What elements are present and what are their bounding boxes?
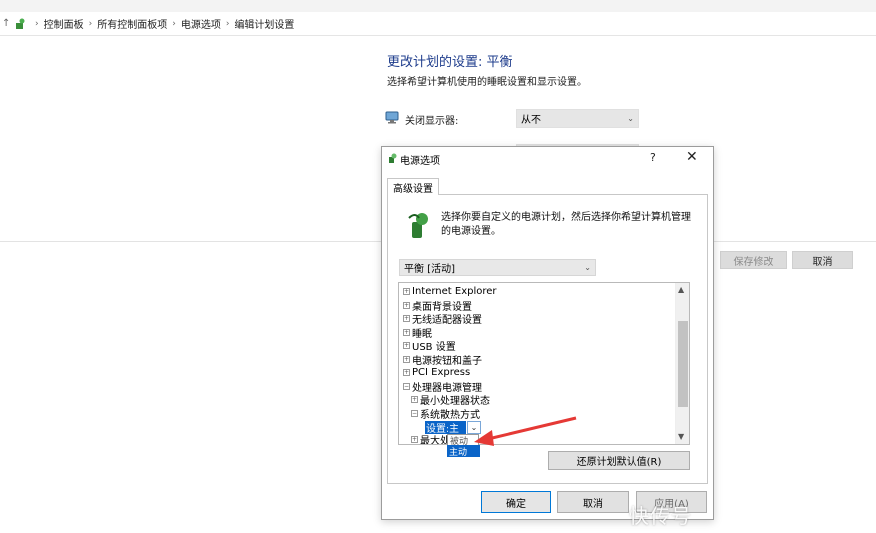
tree-item[interactable]: + 睡眠 xyxy=(403,326,432,340)
dialog-title: 电源选项 xyxy=(400,156,440,167)
address-bar[interactable]: ↑ › 控制面板 › 所有控制面板项 › 电源选项 › 编辑计划设置 xyxy=(0,12,876,36)
breadcrumb-separator-icon: › xyxy=(172,18,176,29)
power-plan-icon xyxy=(408,213,428,238)
tree-item[interactable]: + 无线适配器设置 xyxy=(403,312,482,326)
power-plan-select[interactable]: 平衡 [活动] ⌄ xyxy=(399,259,596,276)
tree-item[interactable]: + 最小处理器状态 xyxy=(411,393,490,407)
help-icon[interactable]: ? xyxy=(650,151,656,164)
tree-item[interactable]: + USB 设置 xyxy=(403,339,456,353)
up-arrow-icon[interactable]: ↑ xyxy=(2,18,12,29)
cancel-button[interactable]: 取消 xyxy=(792,251,853,269)
restore-defaults-button[interactable]: 还原计划默认值(R) xyxy=(548,451,690,470)
scroll-up-icon[interactable]: ▲ xyxy=(678,285,684,294)
tree-item-label: PCI Express xyxy=(412,367,471,378)
collapse-icon[interactable]: − xyxy=(403,382,410,390)
breadcrumb-separator-icon: › xyxy=(225,18,230,29)
expand-icon[interactable]: + xyxy=(403,355,410,363)
expand-icon[interactable]: + xyxy=(411,396,418,403)
scroll-down-icon[interactable]: ▼ xyxy=(678,432,684,441)
power-options-icon xyxy=(389,153,397,163)
tree-item[interactable]: − 处理器电源管理 xyxy=(403,380,482,394)
breadcrumb-item-edit-plan[interactable]: 编辑计划设置 xyxy=(234,16,294,31)
page-subtitle: 选择希望计算机使用的睡眠设置和显示设置。 xyxy=(387,77,587,88)
monitor-icon xyxy=(385,111,399,124)
control-panel-icon xyxy=(16,18,25,29)
power-plan-value: 平衡 [活动] xyxy=(404,264,455,275)
expand-icon[interactable]: + xyxy=(403,342,410,349)
turn-off-display-value: 从不 xyxy=(521,115,541,126)
annotation-arrow-icon xyxy=(474,416,577,446)
collapse-icon[interactable]: − xyxy=(411,409,418,417)
expand-icon[interactable]: + xyxy=(403,288,410,295)
breadcrumb-separator-icon: › xyxy=(88,18,93,29)
breadcrumb-item-power-options[interactable]: 电源选项 xyxy=(181,16,221,31)
expand-icon[interactable]: + xyxy=(403,369,410,376)
breadcrumb-item-control-panel[interactable]: 控制面板 xyxy=(44,16,84,31)
breadcrumb-separator-icon: › xyxy=(35,18,39,29)
window-top-strip xyxy=(0,0,876,12)
expand-icon[interactable]: + xyxy=(403,301,410,309)
dialog-cancel-button[interactable]: 取消 xyxy=(557,491,629,513)
setting-label: 设置: xyxy=(425,421,451,435)
chevron-down-icon: ⌄ xyxy=(584,263,591,272)
ok-button[interactable]: 确定 xyxy=(481,491,551,513)
tree-item[interactable]: + 电源按钮和盖子 xyxy=(403,353,482,367)
tree-scrollbar[interactable]: ▲ ▼ xyxy=(675,283,689,444)
tree-item[interactable]: + Internet Explorer xyxy=(403,285,497,298)
turn-off-display-select[interactable]: 从不 ⌄ xyxy=(516,109,639,128)
dialog-intro-text: 选择你要自定义的电源计划，然后选择你希望计算机管理的电源设置。 xyxy=(441,212,691,237)
tree-item[interactable]: + 桌面背景设置 xyxy=(403,299,472,313)
turn-off-display-label: 关闭显示器: xyxy=(405,116,459,127)
expand-icon[interactable]: + xyxy=(411,436,418,443)
expand-icon[interactable]: + xyxy=(403,328,410,336)
scroll-thumb[interactable] xyxy=(678,321,688,407)
tree-item-label: 电源按钮和盖子 xyxy=(412,355,482,367)
watermark-text: 快传号 xyxy=(629,504,692,528)
page-title: 更改计划的设置: 平衡 xyxy=(387,55,513,70)
tree-item[interactable]: + PCI Express xyxy=(403,366,470,379)
cooling-policy-select[interactable]: 主 xyxy=(448,421,466,435)
close-icon[interactable]: ✕ xyxy=(686,149,698,165)
breadcrumb-item-all-items[interactable]: 所有控制面板项 xyxy=(97,16,167,31)
tab-advanced-settings[interactable]: 高级设置 xyxy=(387,178,439,195)
expand-icon[interactable]: + xyxy=(403,315,410,322)
chevron-down-icon: ⌄ xyxy=(627,114,634,123)
save-changes-button[interactable]: 保存修改 xyxy=(720,251,787,269)
tree-item-label: Internet Explorer xyxy=(412,286,497,297)
